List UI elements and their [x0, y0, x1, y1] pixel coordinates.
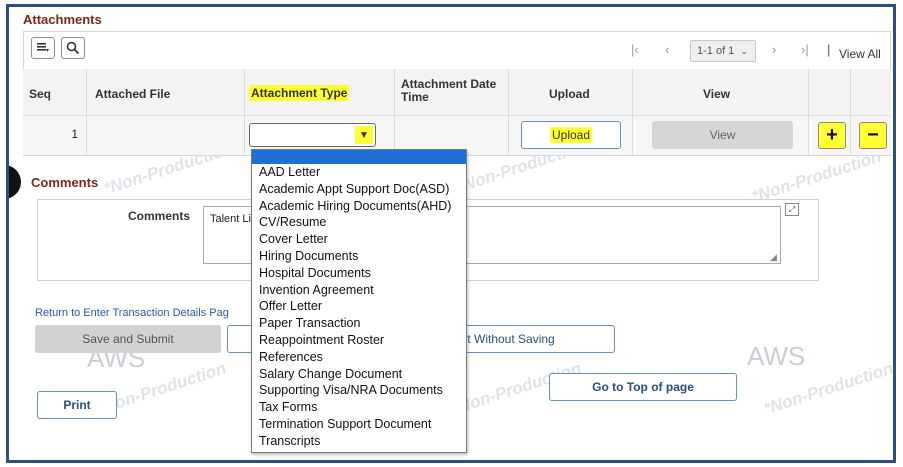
- go-to-top-button[interactable]: Go to Top of page: [549, 373, 737, 401]
- dropdown-option[interactable]: Transcripts: [252, 433, 466, 450]
- attachment-type-dropdown[interactable]: AAD Letter Academic Appt Support Doc(ASD)…: [251, 149, 467, 453]
- search-icon: [66, 41, 80, 55]
- dropdown-option[interactable]: CV/Resume: [252, 214, 466, 231]
- header-view: View: [703, 87, 731, 101]
- header-attachment-date-time: Attachment Date Time: [401, 77, 497, 104]
- dropdown-option[interactable]: Termination Support Document: [252, 416, 466, 433]
- add-row-button[interactable]: +: [818, 122, 846, 149]
- dropdown-option[interactable]: Tax Forms: [252, 399, 466, 416]
- attachments-title: Attachments: [23, 12, 102, 27]
- comments-label: Comments: [128, 209, 191, 223]
- comments-value: Talent Li: [210, 213, 251, 225]
- header-upload: Upload: [549, 87, 590, 101]
- comments-title: Comments: [31, 175, 99, 190]
- header-seq: Seq: [29, 87, 52, 101]
- dropdown-option-list: AAD Letter Academic Appt Support Doc(ASD)…: [252, 164, 466, 450]
- aws-watermark: AWS: [747, 341, 806, 371]
- return-to-transaction-link[interactable]: Return to Enter Transaction Details Pag: [35, 307, 229, 319]
- dropdown-option[interactable]: Salary Change Document: [252, 366, 466, 383]
- header-add-cell: [809, 69, 851, 115]
- page-frame: *Non-Production *Non-Production *Non-Pro…: [6, 4, 896, 463]
- expand-icon[interactable]: ⤢: [785, 203, 799, 216]
- personalize-grid-button[interactable]: [31, 37, 55, 59]
- page-range-select[interactable]: 1-1 of 1 ⌄: [690, 40, 756, 62]
- upload-button[interactable]: Upload: [521, 121, 621, 149]
- find-button[interactable]: [61, 37, 85, 59]
- resize-handle-icon[interactable]: ◢: [770, 252, 777, 263]
- chevron-down-icon: ⌄: [740, 46, 748, 56]
- dropdown-option[interactable]: Academic Hiring Documents(AHD): [252, 198, 466, 215]
- last-page-icon[interactable]: ›|: [801, 42, 809, 57]
- header-remove-cell: [851, 69, 891, 115]
- print-button[interactable]: Print: [37, 391, 117, 419]
- header-attachment-date-cell: Attachment Date Time: [395, 69, 509, 115]
- dropdown-option[interactable]: Reappointment Roster: [252, 332, 466, 349]
- dropdown-option[interactable]: Hiring Documents: [252, 248, 466, 265]
- page-range-text: 1-1 of 1: [697, 45, 735, 57]
- dropdown-blank-option-selected[interactable]: [252, 150, 466, 164]
- dropdown-option[interactable]: Paper Transaction: [252, 315, 466, 332]
- header-upload-cell: Upload: [509, 69, 633, 115]
- dropdown-option[interactable]: References: [252, 349, 466, 366]
- pager-divider: |: [827, 42, 831, 57]
- dropdown-option[interactable]: Invention Agreement: [252, 282, 466, 299]
- minus-icon: −: [867, 124, 879, 146]
- chevron-down-icon: ▼: [355, 126, 373, 144]
- view-all-link[interactable]: View All: [839, 47, 881, 61]
- dropdown-option[interactable]: Supporting Visa/NRA Documents: [252, 382, 466, 399]
- next-page-icon[interactable]: ›: [772, 42, 776, 57]
- dropdown-option[interactable]: AAD Letter: [252, 164, 466, 181]
- dropdown-option[interactable]: Cover Letter: [252, 231, 466, 248]
- save-and-submit-button[interactable]: Save and Submit: [35, 325, 221, 353]
- dropdown-option[interactable]: Hospital Documents: [252, 265, 466, 282]
- header-view-cell: View: [633, 69, 809, 115]
- plus-icon: +: [826, 124, 838, 146]
- dropdown-option[interactable]: Academic Appt Support Doc(ASD): [252, 181, 466, 198]
- row-seq-cell: 1: [23, 115, 87, 155]
- row-attached-file-cell: [87, 115, 245, 155]
- header-seq-cell: Seq: [23, 69, 87, 115]
- header-attached-file: Attached File: [95, 87, 171, 101]
- view-button[interactable]: View: [652, 121, 793, 149]
- header-attachment-type-cell: Attachment Type: [245, 69, 395, 115]
- dropdown-option[interactable]: Offer Letter: [252, 298, 466, 315]
- header-attachment-type: Attachment Type: [249, 85, 350, 101]
- row-seq: 1: [71, 127, 78, 141]
- previous-page-icon[interactable]: ‹: [665, 42, 669, 57]
- upload-button-label: Upload: [549, 127, 593, 143]
- first-page-icon[interactable]: |‹: [631, 42, 639, 57]
- header-attached-file-cell: Attached File: [87, 69, 245, 115]
- attachment-type-select[interactable]: ▼: [249, 123, 376, 147]
- grid-settings-icon: [37, 43, 49, 52]
- delete-row-button[interactable]: −: [859, 122, 887, 149]
- side-tab-handle[interactable]: [9, 165, 21, 199]
